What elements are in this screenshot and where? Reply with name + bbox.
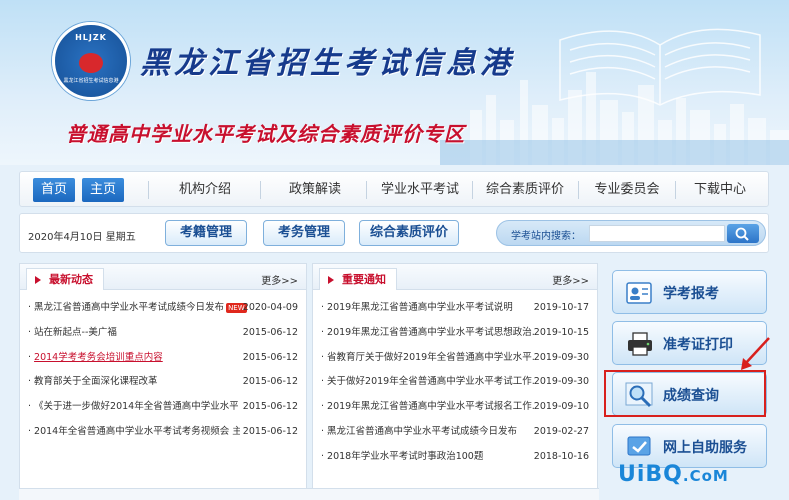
news-link[interactable]: · 2014年全省普通高中学业水平考试考务视频会 主... (28, 420, 240, 445)
notice-date: 2019-02-27 (533, 425, 589, 437)
comprehensive-eval-button[interactable]: 综合素质评价 (359, 220, 459, 246)
list-item: · 2019年黑龙江省普通高中学业水平考试思想政治... 2019-10-15 (321, 321, 589, 346)
logo-text: HLJZK (75, 33, 107, 42)
news-date: 2015-06-12 (242, 376, 298, 388)
watermark: UiBQ.CoM (618, 462, 729, 487)
list-item: · 黑龙江省普通高中学业水平考试成绩今日发布 NEW 2020-04-09 (28, 296, 298, 321)
toolbar: 2020年4月10日 星期五 考籍管理 考务管理 综合素质评价 学考站内搜索： (19, 213, 769, 253)
notice-link[interactable]: · 2019年黑龙江省普通高中学业水平考试思想政治... (321, 321, 536, 346)
highlight-box (604, 370, 766, 417)
notice-link[interactable]: · 2018年学业水平考试时事政治100题 (321, 445, 536, 470)
search-label: 学考站内搜索： (511, 231, 581, 242)
site-subtitle: 普通高中学业水平考试及综合素质评价专区 (66, 122, 465, 146)
exam-registration-button[interactable]: 学考报考 (612, 270, 767, 314)
site-title: 黑龙江省招生考试信息港 (140, 46, 514, 81)
panel-tab[interactable]: 最新动态 (26, 268, 104, 290)
list-item: · 2014学考考务会培训重点内容 2015-06-12 (28, 346, 298, 371)
panel-header: 最新动态 更多>> (20, 264, 306, 290)
self-service-icon (627, 436, 651, 456)
notice-date: 2018-10-16 (533, 450, 589, 462)
nav-divider (260, 181, 261, 199)
news-date: 2015-06-12 (242, 425, 298, 437)
nav-item-comprehensive-eval[interactable]: 综合素质评价 (475, 172, 575, 208)
list-item: · 关于做好2019年全省普通高中学业水平考试工作... 2019-09-30 (321, 370, 589, 395)
news-date: 2015-06-12 (242, 351, 298, 363)
nav-main-button[interactable]: 主页 (82, 178, 125, 202)
news-date: 2015-06-12 (242, 326, 298, 338)
bottom-strip (19, 488, 599, 500)
news-link[interactable]: · 教育部关于全面深化课程改革 (28, 370, 238, 395)
exam-affairs-button[interactable]: 考务管理 (263, 220, 345, 246)
notice-date: 2019-09-30 (533, 376, 589, 388)
notice-date: 2019-10-15 (533, 326, 589, 338)
arrow-right-icon (328, 276, 334, 284)
id-card-icon (626, 282, 652, 304)
news-link[interactable]: · 站在新起点--美广福 (28, 321, 238, 346)
important-notices-panel: 重要通知 更多>> · 2019年黑龙江省普通高中学业水平考试说明 2019-1… (312, 263, 598, 500)
panel-title: 最新动态 (49, 273, 93, 286)
search-input[interactable] (589, 225, 725, 242)
nav-item-proficiency-exam[interactable]: 学业水平考试 (370, 172, 470, 208)
notice-link[interactable]: · 2019年黑龙江省普通高中学业水平考试说明 (321, 296, 536, 321)
nav-home-button[interactable]: 首页 (33, 178, 76, 202)
notice-link[interactable]: · 2019年黑龙江省普通高中学业水平考试报名工作... (321, 395, 536, 420)
list-item: · 黑龙江省普通高中学业水平考试成绩今日发布 2019-02-27 (321, 420, 589, 445)
side-button-label: 准考证打印 (663, 337, 733, 353)
current-date: 2020年4月10日 星期五 (28, 232, 136, 243)
side-button-label: 网上自助服务 (663, 440, 747, 456)
nav-item-downloads[interactable]: 下载中心 (680, 172, 760, 208)
nav-item-policy[interactable]: 政策解读 (265, 172, 365, 208)
nav-divider (675, 181, 676, 199)
panel-title: 重要通知 (342, 273, 386, 286)
news-date: 2015-06-12 (242, 401, 298, 413)
list-item: · 2019年黑龙江省普通高中学业水平考试报名工作... 2019-09-10 (321, 395, 589, 420)
site-search: 学考站内搜索： (496, 220, 766, 246)
notice-link[interactable]: · 省教育厅关于做好2019年全省普通高中学业水平... (321, 346, 536, 371)
site-logo[interactable]: HLJZK 黑龙江省招生考试信息港 (52, 22, 130, 100)
latest-news-panel: 最新动态 更多>> · 黑龙江省普通高中学业水平考试成绩今日发布 NEW 2020… (19, 263, 307, 500)
list-item: · 站在新起点--美广福 2015-06-12 (28, 321, 298, 346)
panel-tab[interactable]: 重要通知 (319, 268, 397, 290)
header-banner: HLJZK 黑龙江省招生考试信息港 黑龙江省招生考试信息港 普通高中学业水平考试… (0, 0, 789, 165)
notice-date: 2019-09-10 (533, 401, 589, 413)
notice-list: · 2019年黑龙江省普通高中学业水平考试说明 2019-10-17 · 201… (321, 296, 589, 470)
search-button[interactable] (727, 224, 759, 243)
nav-item-committee[interactable]: 专业委员会 (582, 172, 672, 208)
arrow-right-icon (35, 276, 41, 284)
list-item: · 教育部关于全面深化课程改革 2015-06-12 (28, 370, 298, 395)
list-item: · 《关于进一步做好2014年全省普通高中学业水平... 2015-06-12 (28, 395, 298, 420)
notice-link[interactable]: · 关于做好2019年全省普通高中学业水平考试工作... (321, 370, 536, 395)
logo-ring-text: 黑龙江省招生考试信息港 (63, 78, 119, 84)
list-item: · 2019年黑龙江省普通高中学业水平考试说明 2019-10-17 (321, 296, 589, 321)
list-item: · 2018年学业水平考试时事政治100题 2018-10-16 (321, 445, 589, 470)
news-link[interactable]: · 2014学考考务会培训重点内容 (28, 346, 238, 371)
list-item: · 2014年全省普通高中学业水平考试考务视频会 主... 2015-06-12 (28, 420, 298, 445)
notice-link[interactable]: · 黑龙江省普通高中学业水平考试成绩今日发布 (321, 420, 536, 445)
notice-date: 2019-09-30 (533, 351, 589, 363)
nav-divider (578, 181, 579, 199)
news-link[interactable]: · 《关于进一步做好2014年全省普通高中学业水平... (28, 395, 238, 420)
list-item: · 省教育厅关于做好2019年全省普通高中学业水平... 2019-09-30 (321, 346, 589, 371)
nav-divider (472, 181, 473, 199)
page: HLJZK 黑龙江省招生考试信息港 黑龙江省招生考试信息港 普通高中学业水平考试… (0, 0, 789, 500)
pointer-arrow-icon (741, 337, 770, 370)
printer-icon (628, 332, 652, 356)
main-nav: 首页 主页 机构介绍 政策解读 学业水平考试 综合素质评价 专业委员会 下载中心 (19, 171, 769, 207)
registration-management-button[interactable]: 考籍管理 (165, 220, 247, 246)
side-button-label: 学考报考 (663, 286, 719, 302)
panel-header: 重要通知 更多>> (313, 264, 597, 290)
news-link[interactable]: · 黑龙江省普通高中学业水平考试成绩今日发布 NEW (28, 296, 253, 321)
nav-item-about[interactable]: 机构介绍 (155, 172, 255, 208)
logo-emblem-icon (79, 53, 103, 73)
more-link[interactable]: 更多>> (552, 272, 589, 287)
notice-date: 2019-10-17 (533, 302, 589, 313)
news-date: 2020-04-09 (242, 302, 298, 313)
search-icon (735, 227, 749, 241)
more-link[interactable]: 更多>> (261, 272, 298, 287)
nav-divider (366, 181, 367, 199)
news-list: · 黑龙江省普通高中学业水平考试成绩今日发布 NEW 2020-04-09 · 站… (28, 296, 298, 445)
nav-divider (148, 181, 149, 199)
